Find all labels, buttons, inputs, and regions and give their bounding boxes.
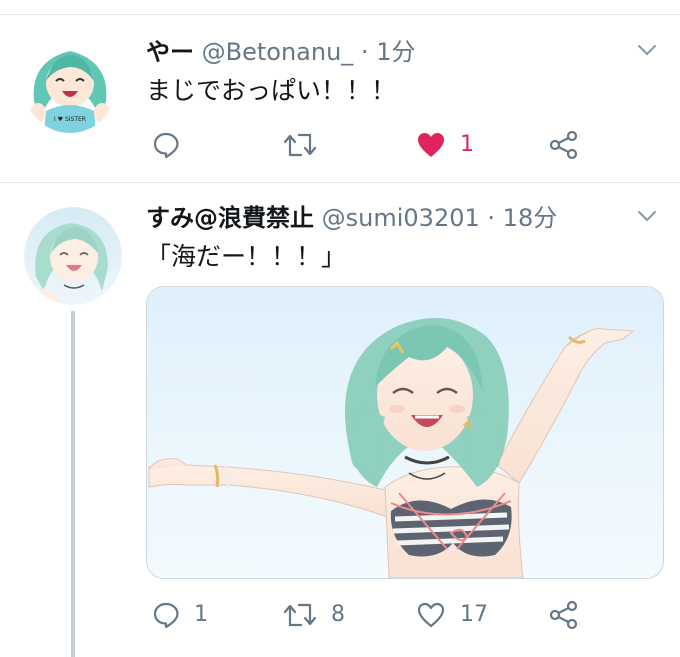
display-name[interactable]: やー [146,38,194,66]
tweet-text: まじでおっぱい！！！ [146,76,397,105]
tweet-text: 「海だー！！！」 [146,242,347,271]
share-button[interactable] [548,127,580,163]
like-icon [416,131,446,159]
like-button[interactable]: 17 [416,597,488,633]
retweet-icon [283,601,317,629]
tweet[interactable]: すみ@浪費禁止 @sumi03201 · 18分 「海だー！！！」 1 8 17 [0,183,680,657]
caret-down-icon[interactable] [636,205,658,227]
share-icon [548,129,580,161]
user-handle[interactable]: @Betonanu_ [202,38,354,66]
like-button[interactable]: 1 [416,127,474,163]
share-button[interactable] [548,597,580,633]
retweet-button[interactable] [283,127,331,163]
avatar[interactable]: I ♥ SISTER [24,41,116,133]
caret-down-icon[interactable] [636,39,658,61]
tweet-header: すみ@浪費禁止 @sumi03201 · 18分 [146,203,557,233]
timestamp[interactable]: 1分 [376,38,415,66]
reply-button[interactable]: 1 [152,597,208,633]
retweet-count: 8 [331,602,345,627]
reply-icon [152,601,180,629]
separator: · [360,38,369,66]
separator: · [487,204,496,232]
retweet-icon [283,131,317,159]
display-name[interactable]: すみ@浪費禁止 [146,204,314,232]
like-count: 17 [460,602,488,627]
reply-button[interactable] [152,127,194,163]
reply-icon [152,131,180,159]
reply-count: 1 [194,602,208,627]
retweet-button[interactable]: 8 [283,597,345,633]
timestamp[interactable]: 18分 [503,204,558,232]
avatar[interactable] [24,207,122,305]
tweet-media-image[interactable] [146,286,664,579]
media-illustration [147,287,663,578]
user-handle[interactable]: @sumi03201 [322,204,480,232]
avatar-shirt-text: I ♥ SISTER [54,116,86,123]
tweet-header: やー @Betonanu_ · 1分 [146,37,416,67]
like-icon [416,601,446,629]
tweet[interactable]: I ♥ SISTER やー @Betonanu_ · 1分 まじでおっぱい！！！ [0,15,680,182]
thread-line [71,311,75,657]
share-icon [548,599,580,631]
like-count: 1 [460,132,474,157]
